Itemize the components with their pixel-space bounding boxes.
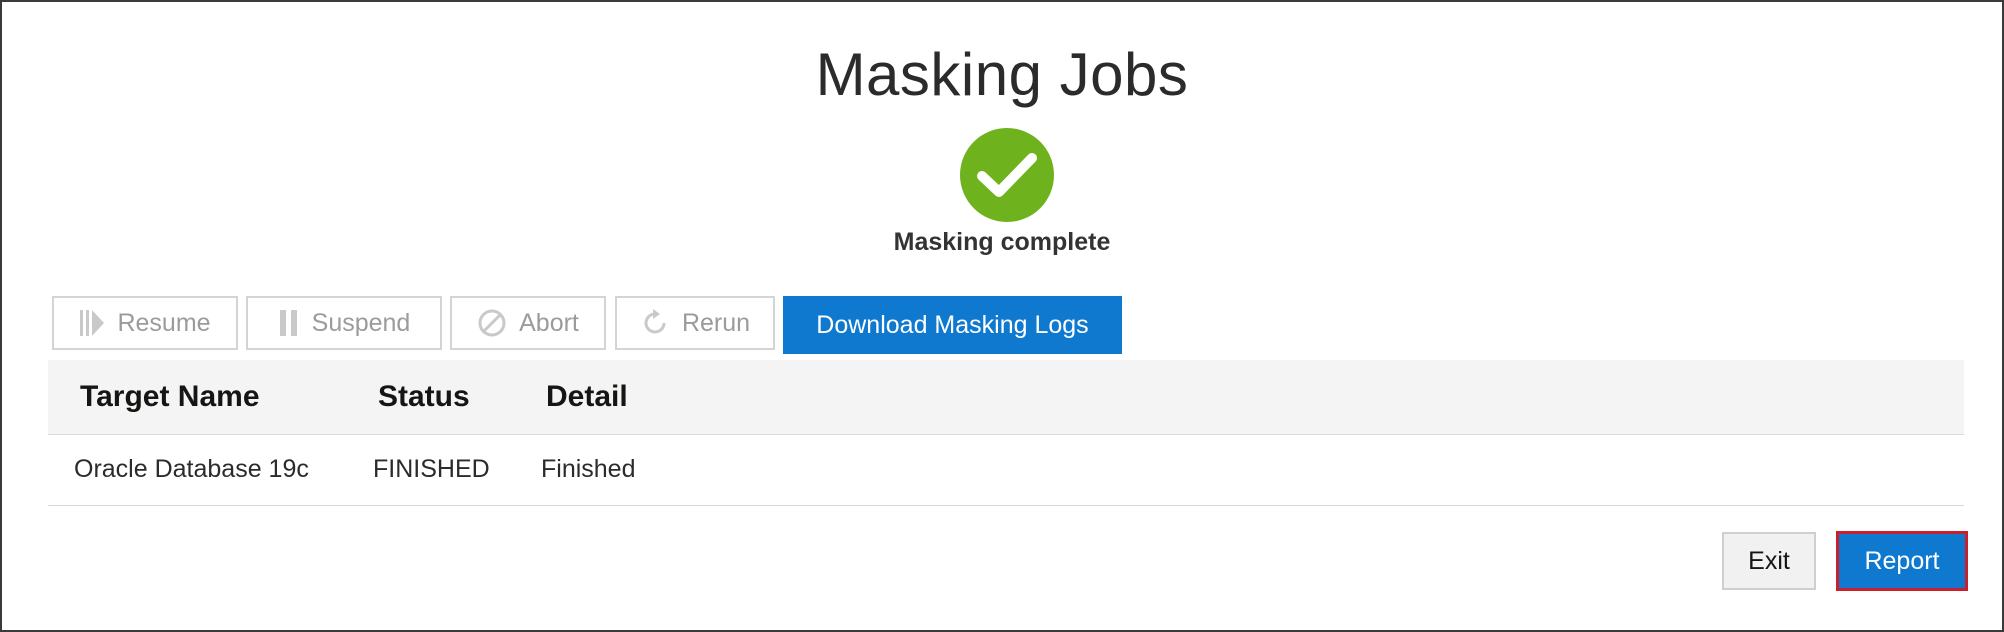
resume-icon (80, 310, 105, 336)
refresh-icon (644, 309, 666, 334)
suspend-label: Suspend (311, 308, 411, 337)
resume-button[interactable]: Resume (52, 296, 238, 350)
download-masking-logs-button[interactable]: Download Masking Logs (783, 296, 1122, 354)
abort-button[interactable]: Abort (450, 296, 606, 350)
suspend-button[interactable]: Suspend (246, 296, 442, 350)
pause-icon (279, 310, 297, 336)
cell-detail: Finished (541, 455, 636, 483)
table-header: Target Name Status Detail (48, 360, 1964, 435)
masking-jobs-panel: Masking Jobs Masking complete Resume Sus… (0, 0, 2004, 632)
download-label: Download Masking Logs (816, 310, 1089, 339)
resume-label: Resume (117, 308, 211, 337)
checkmark-success-icon (960, 128, 1054, 222)
abort-icon (478, 309, 506, 337)
masking-jobs-table: Target Name Status Detail Oracle Databas… (48, 360, 1964, 506)
report-button[interactable]: Report (1836, 531, 1968, 591)
exit-button[interactable]: Exit (1722, 532, 1816, 590)
page-title: Masking Jobs (815, 41, 1189, 108)
cell-target-name: Oracle Database 19c (74, 455, 309, 483)
status-message: Masking complete (893, 228, 1111, 256)
rerun-label: Rerun (681, 308, 751, 337)
abort-label: Abort (519, 308, 579, 337)
table-row[interactable]: Oracle Database 19c FINISHED Finished (48, 435, 1964, 506)
column-header-status: Status (378, 380, 470, 413)
column-header-target-name: Target Name (80, 380, 260, 413)
cell-status: FINISHED (373, 455, 490, 483)
column-header-detail: Detail (546, 380, 628, 413)
rerun-button[interactable]: Rerun (615, 296, 775, 350)
